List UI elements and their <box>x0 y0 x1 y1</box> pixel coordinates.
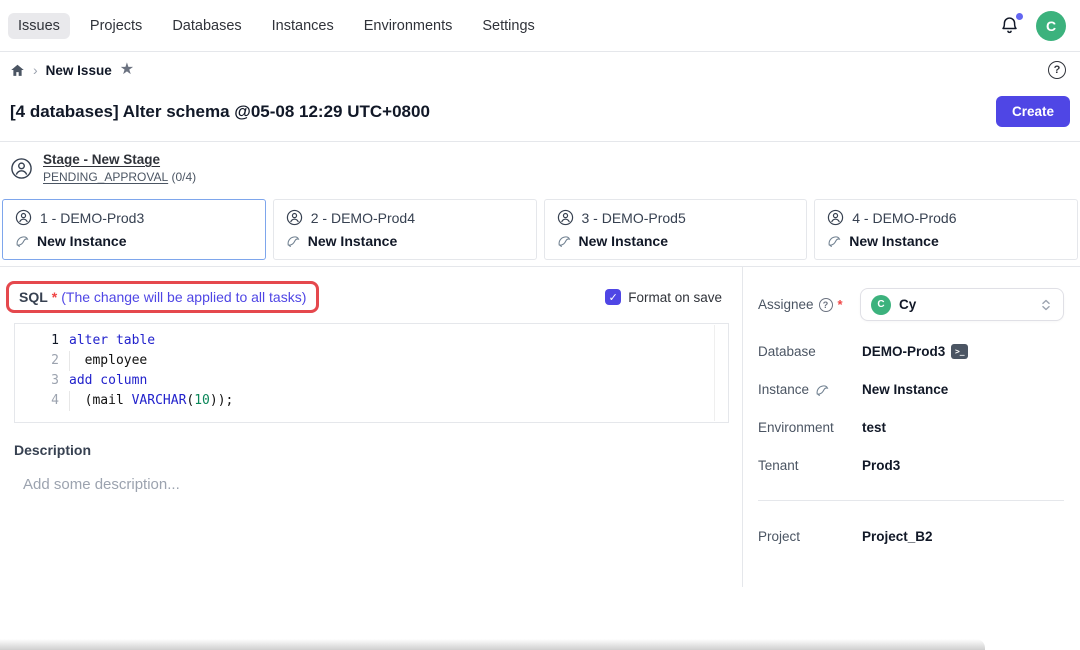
help-icon[interactable]: ? <box>1048 61 1066 79</box>
task-title: 4 - DEMO-Prod6 <box>852 210 956 226</box>
description-label: Description <box>14 442 728 458</box>
code-line[interactable]: 2employee <box>15 351 728 371</box>
mysql-dolphin-icon <box>557 234 571 248</box>
mysql-dolphin-icon <box>827 234 841 248</box>
stage-section: Stage - New Stage PENDING_APPROVAL (0/4) <box>0 142 1080 194</box>
create-button[interactable]: Create <box>996 96 1070 127</box>
instance-label: Instance <box>758 382 809 397</box>
nav-item-projects[interactable]: Projects <box>80 13 152 39</box>
task-card-2[interactable]: 2 - DEMO-Prod4 New Instance <box>273 199 537 260</box>
notification-bell-icon[interactable] <box>999 15 1020 36</box>
task-instance-name: New Instance <box>308 233 397 249</box>
assignee-value: Cy <box>899 297 1031 312</box>
chevron-updown-icon <box>1039 298 1053 312</box>
task-person-icon <box>286 209 303 226</box>
nav-item-databases[interactable]: Databases <box>162 13 251 39</box>
nav-item-issues[interactable]: Issues <box>8 13 70 39</box>
instance-value[interactable]: New Instance <box>862 382 948 397</box>
favorite-star-icon[interactable]: ★ <box>120 62 134 78</box>
sql-note: (The change will be applied to all tasks… <box>61 289 306 305</box>
task-card-1[interactable]: 1 - DEMO-Prod3 New Instance <box>2 199 266 260</box>
format-on-save-toggle[interactable]: ✓ Format on save <box>605 289 722 305</box>
task-instance-name: New Instance <box>37 233 126 249</box>
instance-field: Instance New Instance <box>758 382 1064 397</box>
project-value[interactable]: Project_B2 <box>862 529 933 544</box>
code-line[interactable]: 1alter table <box>15 331 728 351</box>
stage-person-icon <box>10 157 33 180</box>
tenant-field: Tenant Prod3 <box>758 458 1064 473</box>
assignee-help-icon[interactable]: ? <box>819 298 833 312</box>
home-icon[interactable] <box>10 63 25 78</box>
task-title: 3 - DEMO-Prod5 <box>582 210 686 226</box>
database-label: Database <box>758 344 816 359</box>
mysql-dolphin-icon <box>15 234 29 248</box>
code-line[interactable]: 3add column <box>15 371 728 391</box>
notification-dot <box>1016 13 1023 20</box>
task-title: 2 - DEMO-Prod4 <box>311 210 415 226</box>
task-instance-name: New Instance <box>849 233 938 249</box>
sql-editor[interactable]: 1alter table2employee3add column4(mail V… <box>14 323 729 423</box>
breadcrumb-separator: › <box>33 62 38 78</box>
line-number: 3 <box>15 371 59 391</box>
sql-panel: SQL* (The change will be applied to all … <box>0 267 742 650</box>
task-tabs: 1 - DEMO-Prod3 New Instance 2 - DEMO-Pro… <box>0 194 1080 267</box>
database-value[interactable]: DEMO-Prod3 <box>862 344 945 359</box>
assignee-label: Assignee <box>758 297 814 312</box>
page-title: [4 databases] Alter schema @05-08 12:29 … <box>10 102 430 122</box>
environment-label: Environment <box>758 420 834 435</box>
tenant-label: Tenant <box>758 458 799 473</box>
editor-scrollbar-gutter[interactable] <box>714 325 715 421</box>
issue-sidebar: Assignee ? * C Cy Database DEMO-Prod3 >_ <box>742 267 1080 650</box>
sql-required-asterisk: * <box>52 289 57 305</box>
assignee-required-asterisk: * <box>838 297 843 312</box>
code-line[interactable]: 4(mail VARCHAR(10)); <box>15 391 728 411</box>
top-navigation-bar: Issues Projects Databases Instances Envi… <box>0 0 1080 52</box>
task-person-icon <box>827 209 844 226</box>
sql-label-annotation-box: SQL* (The change will be applied to all … <box>6 281 319 313</box>
task-title: 1 - DEMO-Prod3 <box>40 210 144 226</box>
mysql-dolphin-icon <box>286 234 300 248</box>
task-card-3[interactable]: 3 - DEMO-Prod5 New Instance <box>544 199 808 260</box>
nav-item-settings[interactable]: Settings <box>472 13 544 39</box>
main-content: SQL* (The change will be applied to all … <box>0 267 1080 650</box>
mysql-dolphin-icon <box>815 383 829 397</box>
breadcrumb: › New Issue ★ <box>10 62 134 78</box>
sidebar-divider <box>758 500 1064 501</box>
sql-editor-lines: 1alter table2employee3add column4(mail V… <box>15 331 728 411</box>
nav-item-environments[interactable]: Environments <box>354 13 463 39</box>
tenant-value: Prod3 <box>862 458 900 473</box>
line-number: 2 <box>15 351 59 371</box>
task-instance-name: New Instance <box>579 233 668 249</box>
task-person-icon <box>15 209 32 226</box>
user-avatar[interactable]: C <box>1036 11 1066 41</box>
environment-value: test <box>862 420 886 435</box>
environment-field: Environment test <box>758 420 1064 435</box>
line-number: 4 <box>15 391 59 411</box>
description-input[interactable]: Add some description... <box>14 476 728 493</box>
nav-item-instances[interactable]: Instances <box>262 13 344 39</box>
assignee-select[interactable]: C Cy <box>860 288 1064 321</box>
task-card-4[interactable]: 4 - DEMO-Prod6 New Instance <box>814 199 1078 260</box>
project-field: Project Project_B2 <box>758 529 1064 544</box>
breadcrumb-page[interactable]: New Issue <box>46 63 112 78</box>
stage-count: (0/4) <box>172 170 197 184</box>
sql-console-icon[interactable]: >_ <box>951 344 968 359</box>
nav-items: Issues Projects Databases Instances Envi… <box>8 13 545 39</box>
task-person-icon <box>557 209 574 226</box>
assignee-avatar: C <box>871 295 891 315</box>
sql-label: SQL <box>19 289 48 305</box>
vertical-divider <box>742 267 743 587</box>
stage-link[interactable]: Stage - New Stage <box>43 152 196 167</box>
format-on-save-label: Format on save <box>628 290 722 305</box>
project-label: Project <box>758 529 800 544</box>
database-field: Database DEMO-Prod3 >_ <box>758 344 1064 359</box>
issue-header: › New Issue ★ ? [4 databases] Alter sche… <box>0 52 1080 142</box>
stage-status[interactable]: PENDING_APPROVAL <box>43 170 168 184</box>
bottom-edge-bar <box>0 639 985 650</box>
format-on-save-checkbox[interactable]: ✓ <box>605 289 621 305</box>
line-number: 1 <box>15 331 59 351</box>
